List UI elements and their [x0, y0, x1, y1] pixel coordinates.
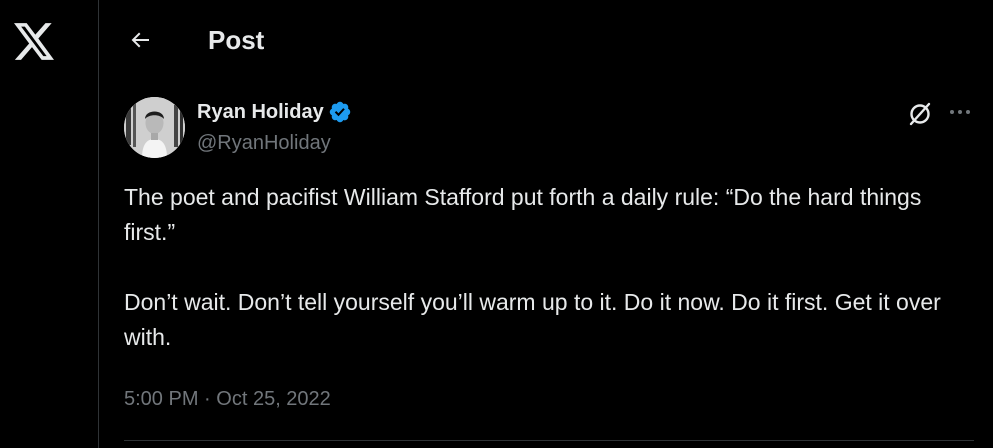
avatar[interactable]	[124, 97, 185, 158]
left-navigation	[0, 0, 99, 448]
author-name-text[interactable]: Ryan Holiday	[197, 100, 324, 124]
grok-button[interactable]	[906, 100, 934, 128]
back-button[interactable]	[120, 22, 160, 58]
author-name[interactable]: Ryan Holiday	[197, 100, 352, 124]
grok-icon	[909, 102, 931, 126]
more-dots-icon	[950, 110, 970, 114]
timestamp-separator: ·	[204, 388, 211, 410]
divider	[124, 440, 974, 441]
profile-photo	[124, 97, 185, 158]
verified-badge-icon[interactable]	[328, 100, 352, 124]
post-time[interactable]: 5:00 PM	[124, 388, 198, 410]
author-handle[interactable]: @RyanHoliday	[197, 131, 331, 155]
more-button[interactable]	[946, 100, 974, 124]
app-window: Post Ryan Holiday @RyanHoliday The poet …	[0, 0, 993, 448]
x-logo-icon[interactable]	[14, 23, 54, 60]
post-timestamp: 5:00 PM · Oct 25, 2022	[124, 386, 331, 412]
post-paragraph: The poet and pacifist William Stafford p…	[124, 184, 922, 245]
post-paragraph: Don’t wait. Don’t tell yourself you’ll w…	[124, 289, 941, 350]
main-column: Post Ryan Holiday @RyanHoliday The poet …	[100, 0, 993, 448]
post-date[interactable]: Oct 25, 2022	[216, 388, 331, 410]
arrow-left-icon	[131, 32, 149, 48]
page-header: Post	[100, 0, 993, 82]
page-title: Post	[208, 25, 265, 55]
post-text: The poet and pacifist William Stafford p…	[124, 180, 974, 355]
